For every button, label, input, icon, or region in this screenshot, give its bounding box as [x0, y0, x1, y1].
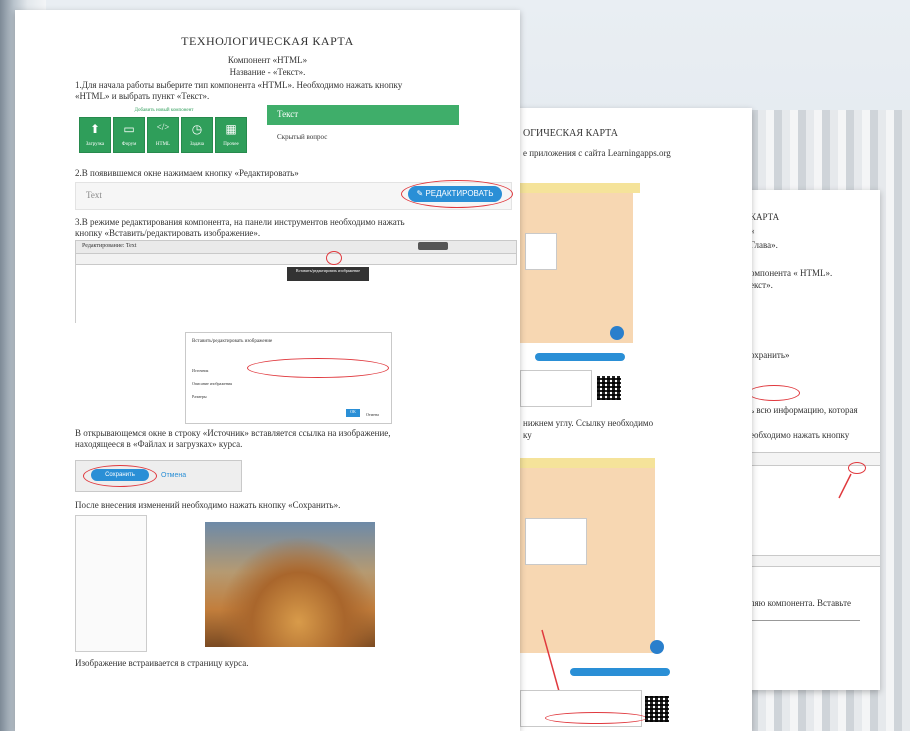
qr-code	[645, 696, 669, 722]
icon-label: HTML	[155, 142, 171, 147]
embed-button[interactable]	[535, 353, 625, 361]
icon-label: Задача	[189, 142, 205, 147]
p3-line: ь всю информацию, которая	[750, 405, 858, 415]
editor-border	[75, 263, 76, 323]
dialog-desc-label: Описание изображения	[192, 381, 232, 386]
p3-line: омпонента « HTML».	[750, 268, 833, 278]
app-card	[525, 233, 557, 270]
tooltip: Вставить/редактировать изображение	[287, 267, 369, 281]
icon-label: Загрузка	[85, 142, 105, 147]
paragraph-2: После внесения изменений необходимо нажа…	[75, 500, 341, 510]
p3-line: КАРТА	[750, 212, 780, 222]
menu-item-text[interactable]: Текст	[267, 105, 459, 125]
menu-item-hidden[interactable]: Скрытый вопрос	[277, 132, 327, 143]
add-block-label: Добавить новый компонент	[134, 108, 194, 113]
document-page-3: КАРТА « Глава». омпонента « HTML». екст»…	[740, 190, 880, 690]
p3-line: еобходимо нажать кнопку	[750, 430, 850, 440]
divider	[750, 620, 860, 621]
chat-icon: ▭	[123, 122, 135, 136]
cancel-link[interactable]: Отмена	[161, 470, 186, 481]
step3-text: 3.В режиме редактирования компонента, на…	[75, 217, 405, 227]
upload-button[interactable]: ⬆ Загрузка	[79, 117, 111, 153]
dialog-source-label: Источник	[192, 368, 209, 373]
step2-text: 2.В появившемся окне нажимаем кнопку «Ре…	[75, 168, 299, 178]
component-line: Компонент «HTML»	[227, 55, 308, 65]
step1-text-2: «HTML» и выбрать пункт «Текст».	[75, 91, 210, 101]
p3-line: Глава».	[750, 240, 778, 250]
step1-text: 1.Для начала работы выберите тип компоне…	[75, 80, 403, 90]
highlight-ellipse	[83, 465, 157, 487]
highlight-ellipse	[326, 251, 342, 265]
document-page-2: ОГИЧЕСКАЯ КАРТА е приложения с сайта Lea…	[515, 108, 752, 731]
html-button[interactable]: </> HTML	[147, 117, 179, 153]
embed-form	[520, 370, 592, 407]
paragraph-3: Изображение встраивается в страницу курс…	[75, 658, 249, 668]
p3-line: екст».	[750, 280, 773, 290]
highlight-ellipse	[545, 712, 647, 724]
app-card	[525, 518, 587, 565]
highlight-ellipse	[247, 358, 389, 378]
grid-icon: ▦	[225, 122, 237, 136]
red-arrow-icon	[838, 473, 852, 499]
dialog-size-label: Размеры	[192, 394, 207, 399]
document-page-1: ТЕХНОЛОГИЧЕСКАЯ КАРТА Компонент «HTML» Н…	[15, 10, 520, 731]
name-line: Название - «Текст».	[229, 67, 306, 77]
code-icon: </>	[156, 122, 170, 132]
forum-button[interactable]: ▭ Форум	[113, 117, 145, 153]
other-button[interactable]: ▦ Прочее	[215, 117, 247, 153]
highlight-ellipse	[748, 385, 800, 401]
p2-line: ку	[523, 430, 532, 440]
qr-code	[597, 376, 621, 400]
dialog-title: Вставить/редактировать изображение	[192, 339, 273, 344]
editor-label: Редактирование: Text	[82, 243, 137, 249]
embed-button[interactable]	[570, 668, 670, 676]
p2-line: е приложения с сайта Learningapps.org	[523, 148, 671, 158]
browser-bar	[520, 183, 640, 193]
p3-line: ляю компонента. Вставьте	[750, 598, 851, 608]
text-label: Text	[86, 190, 102, 200]
icon-label: Форум	[121, 142, 137, 147]
page-title: ОГИЧЕСКАЯ КАРТА	[523, 128, 618, 139]
p3-line: охранить»	[750, 350, 790, 360]
p2-line: нижнем углу. Ссылку необходимо	[523, 418, 654, 428]
editor-toolbar	[75, 253, 517, 265]
fullscreen-button[interactable]	[650, 640, 664, 654]
upload-icon: ⬆	[89, 122, 101, 136]
editor-header: Редактирование: Text	[75, 240, 517, 254]
page-title: ТЕХНОЛОГИЧЕСКАЯ КАРТА	[181, 34, 354, 48]
course-sidebar	[75, 515, 147, 652]
image-dialog: Вставить/редактировать изображение Источ…	[185, 332, 392, 424]
paragraph-1: В открывающемся окне в строку «Источник»…	[75, 428, 391, 438]
dialog-ok-button[interactable]: OK	[346, 409, 360, 417]
step3-text-2: кнопку «Вставить/редактировать изображен…	[75, 228, 261, 238]
dialog-cancel-button[interactable]: Отмена	[366, 409, 379, 420]
icon-label: Прочее	[223, 142, 239, 147]
pyramid-image	[205, 522, 375, 647]
paragraph-1b: находящееся в «Файлах и загрузках» курса…	[75, 439, 243, 449]
task-button[interactable]: ◷ Задача	[181, 117, 213, 153]
menu-item-label: Текст	[277, 109, 299, 119]
fullscreen-button[interactable]	[610, 326, 624, 340]
highlight-ellipse	[401, 180, 513, 208]
bar-screenshot	[750, 555, 880, 567]
editor-save-button[interactable]	[418, 242, 448, 250]
clock-icon: ◷	[191, 122, 203, 136]
browser-bar	[520, 458, 655, 468]
